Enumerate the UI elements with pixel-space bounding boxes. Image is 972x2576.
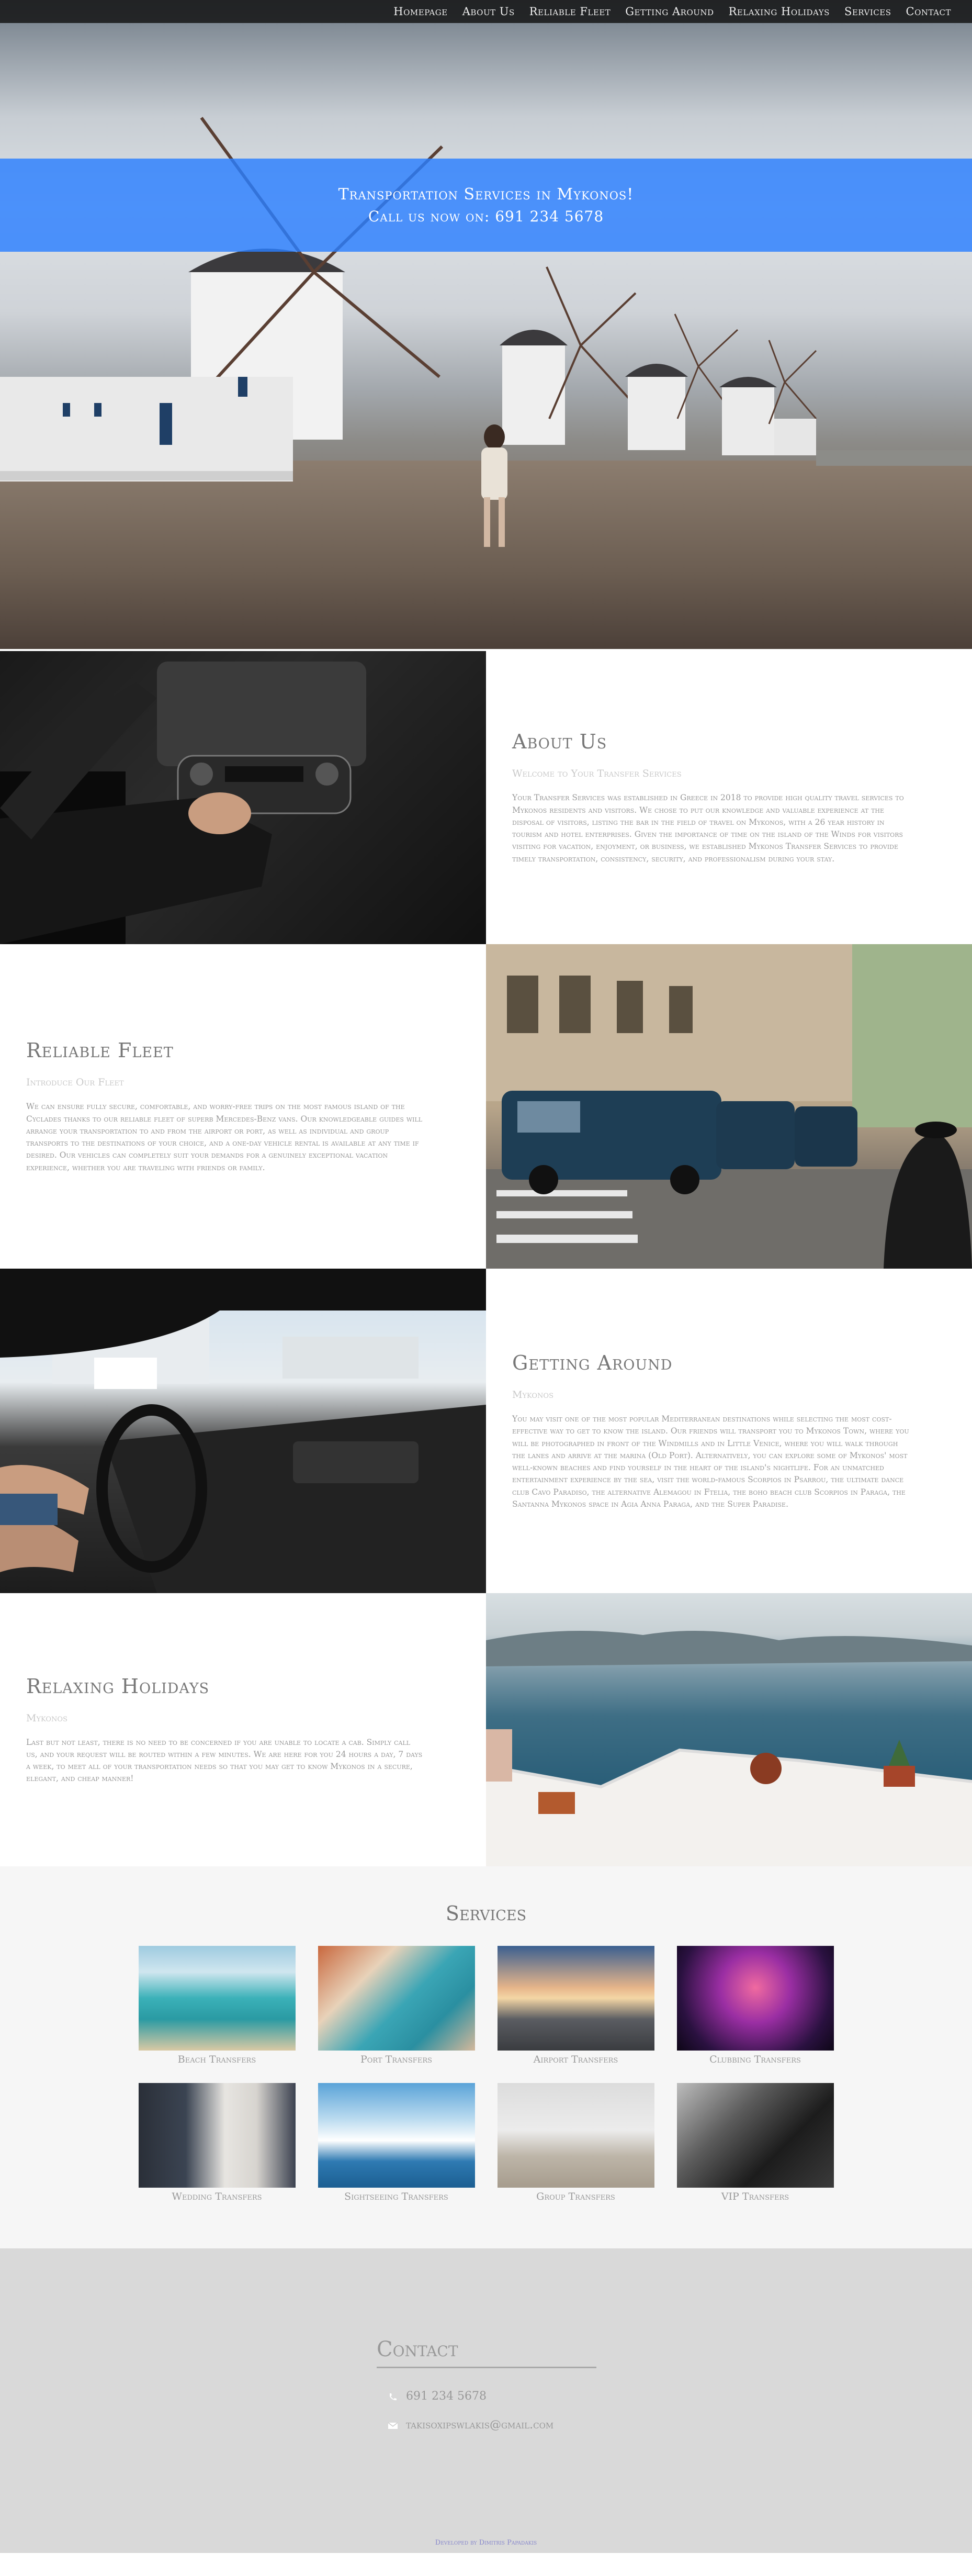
sightseeing-thumbnail [318, 2083, 475, 2188]
services-section: Services Beach Transfers Port Transfers … [0, 1866, 972, 2248]
service-group-transfers[interactable]: Group Transfers [497, 2083, 654, 2202]
service-label: Beach Transfers [177, 2054, 256, 2065]
service-sightseeing-transfers[interactable]: Sightseeing Transfers [318, 2083, 475, 2202]
service-port-transfers[interactable]: Port Transfers [318, 1946, 475, 2065]
service-label: Group Transfers [536, 2191, 615, 2202]
phone-icon [387, 2392, 399, 2401]
footer-credit[interactable]: Developed by Dimitris Papadakis [435, 2539, 537, 2547]
about-body: Your Transfer Services was established i… [512, 793, 904, 864]
nav-reliable-fleet[interactable]: Reliable Fleet [529, 5, 611, 18]
fleet-vans-image [486, 944, 972, 1269]
service-label: Clubbing Transfers [709, 2054, 801, 2065]
relaxing-holidays-text-block: Relaxing Holidays Mykonos Last but not l… [0, 1593, 486, 1866]
service-beach-transfers[interactable]: Beach Transfers [138, 1946, 296, 2065]
fleet-text-block: Reliable Fleet Introduce Our Fleet We ca… [0, 944, 486, 1269]
about-subtitle: Welcome to Your Transfer Services [512, 768, 682, 780]
service-airport-transfers[interactable]: Airport Transfers [497, 1946, 654, 2065]
about-section: About Us Welcome to Your Transfer Servic… [0, 651, 972, 944]
footer: Developed by Dimitris Papadakis [0, 2521, 972, 2553]
getting-around-section: Getting Around Mykonos You may visit one… [0, 1269, 972, 1593]
getting-around-text-block: Getting Around Mykonos You may visit one… [486, 1269, 972, 1593]
service-vip-transfers[interactable]: VIP Transfers [676, 2083, 834, 2202]
relaxing-holidays-subtitle: Mykonos [26, 1712, 67, 1724]
nav-homepage[interactable]: Homepage [393, 5, 447, 18]
hero-section: Transportation Services in Mykonos! Call… [0, 0, 972, 649]
contact-email-line[interactable]: takisoxipswlakis@gmail.com [387, 2418, 553, 2432]
relaxing-holidays-title: Relaxing Holidays [26, 1674, 210, 1698]
nav-relaxing-holidays[interactable]: Relaxing Holidays [729, 5, 830, 18]
fleet-body: We can ensure fully secure, comfortable,… [26, 1102, 423, 1172]
contact-email: takisoxipswlakis@gmail.com [406, 2418, 554, 2432]
santorini-view-image [486, 1593, 972, 1866]
fleet-section: Reliable Fleet Introduce Our Fleet We ca… [0, 944, 972, 1269]
service-label: Port Transfers [360, 2054, 433, 2065]
about-text-block: About Us Welcome to Your Transfer Servic… [486, 651, 972, 944]
group-thumbnail [497, 2083, 654, 2188]
envelope-icon [387, 2421, 399, 2430]
service-label: Wedding Transfers [172, 2191, 262, 2202]
service-label: VIP Transfers [721, 2191, 789, 2202]
getting-around-title: Getting Around [512, 1351, 673, 1374]
car-dashboard-image [0, 651, 486, 944]
wedding-thumbnail [138, 2083, 296, 2188]
port-thumbnail [318, 1946, 475, 2051]
contact-title: Contact [377, 2337, 458, 2361]
fleet-title: Reliable Fleet [26, 1039, 174, 1062]
windmill-illustration [0, 117, 972, 547]
airport-thumbnail [497, 1946, 654, 2051]
fleet-subtitle: Introduce Our Fleet [26, 1077, 124, 1089]
nav-contact[interactable]: Contact [906, 5, 952, 18]
contact-section: Contact 691 234 5678 takisoxipswlakis@gm… [0, 2248, 972, 2521]
getting-around-body: You may visit one of the most popular Me… [512, 1414, 909, 1509]
relaxing-holidays-body: Last but not least, there is no need to … [26, 1737, 423, 1784]
service-label: Airport Transfers [533, 2054, 618, 2065]
beach-thumbnail [138, 1946, 296, 2051]
services-grid: Beach Transfers Port Transfers Airport T… [0, 1946, 972, 2202]
clubbing-thumbnail [676, 1946, 834, 2051]
nav-services[interactable]: Services [844, 5, 891, 18]
car-interior-image [0, 1269, 486, 1593]
nav-getting-around[interactable]: Getting Around [625, 5, 714, 18]
hero-banner: Transportation Services in Mykonos! Call… [0, 159, 972, 252]
about-title: About Us [512, 730, 607, 754]
contact-phone: 691 234 5678 [406, 2390, 487, 2403]
nav-about-us[interactable]: About Us [462, 5, 515, 18]
vip-thumbnail [676, 2083, 834, 2188]
getting-around-subtitle: Mykonos [512, 1389, 553, 1401]
service-label: Sightseeing Transfers [344, 2191, 448, 2202]
hero-title: Transportation Services in Mykonos! [338, 185, 634, 204]
top-navigation: Homepage About Us Reliable Fleet Getting… [0, 0, 972, 23]
contact-phone-line[interactable]: 691 234 5678 [387, 2390, 487, 2403]
contact-divider [377, 2367, 596, 2368]
hero-phone: Call us now on: 691 234 5678 [368, 208, 604, 225]
service-wedding-transfers[interactable]: Wedding Transfers [138, 2083, 296, 2202]
relaxing-holidays-section: Relaxing Holidays Mykonos Last but not l… [0, 1593, 972, 1866]
services-title: Services [445, 1902, 527, 1925]
service-clubbing-transfers[interactable]: Clubbing Transfers [676, 1946, 834, 2065]
